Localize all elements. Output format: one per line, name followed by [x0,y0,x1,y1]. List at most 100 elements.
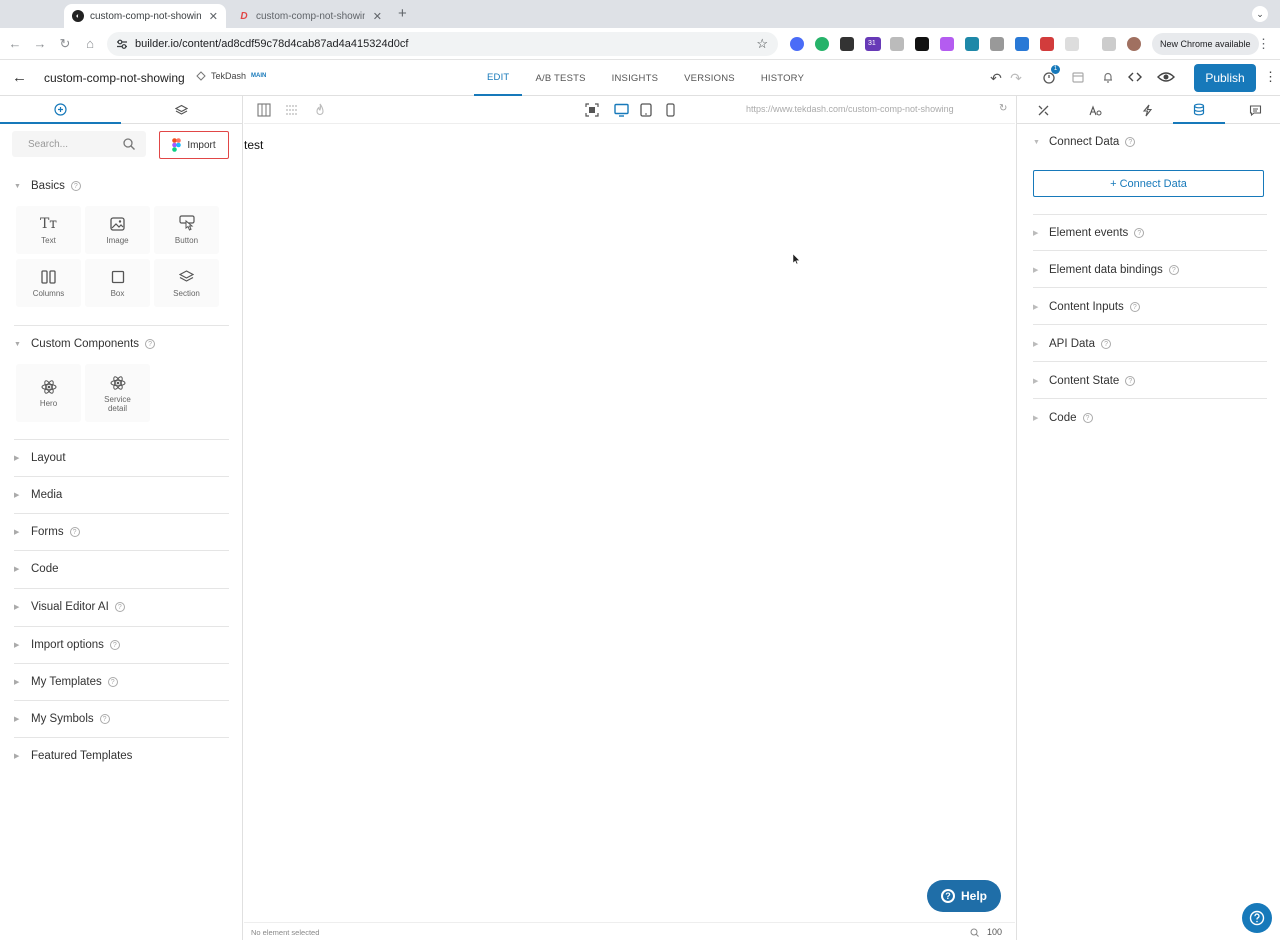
block-button[interactable]: Button [154,206,219,254]
tab-history[interactable]: HISTORY [748,60,817,96]
editor-canvas[interactable]: test [244,124,1015,922]
section-content-inputs[interactable]: ▶ Content Inputs? [1033,295,1267,319]
code-icon[interactable] [1126,70,1144,87]
calendar-extension-icon[interactable]: 31 [865,37,881,51]
section-basics[interactable]: ▼ Basics ? [14,175,229,197]
tab-insights[interactable]: INSIGHTS [599,60,671,96]
preview-eye-icon[interactable] [1157,70,1175,87]
side-panel-icon[interactable] [1102,37,1116,51]
extension-9-icon[interactable] [990,37,1004,51]
spacing-guides-icon[interactable] [284,102,300,118]
chrome-menu-icon[interactable]: ⋮ [1257,36,1270,52]
block-columns[interactable]: Columns [16,259,81,307]
timer-icon[interactable]: 1 [1040,65,1060,87]
help-button[interactable]: ? Help [927,880,1001,912]
section-custom-components[interactable]: ▼ Custom Components ? [14,333,229,355]
extension-5-icon[interactable] [890,37,904,51]
tab-search-chevron-icon[interactable]: ⌄ [1252,6,1268,22]
undo-icon[interactable]: ↶ [987,70,1005,87]
browser-tab-2[interactable]: D custom-comp-not-showing - ✕ [230,4,390,28]
section-forms[interactable]: ▶ Forms? [14,521,229,543]
section-import-options[interactable]: ▶ Import options? [14,634,229,656]
refresh-preview-icon[interactable]: ↻ [999,103,1007,114]
redo-icon[interactable]: ↷ [1007,70,1025,87]
block-hero[interactable]: Hero [16,364,81,422]
profile-avatar[interactable] [1127,37,1141,51]
help-icon[interactable]: ? [1129,302,1140,312]
block-box[interactable]: Box [85,259,150,307]
section-code[interactable]: ▶ Code [14,558,229,580]
back-icon[interactable]: ← [7,36,23,51]
schedule-icon[interactable] [1069,70,1087,87]
help-icon[interactable]: ? [69,527,80,537]
section-element-events[interactable]: ▶ Element events? [1033,221,1267,245]
section-connect-data[interactable]: ▼ Connect Data ? [1033,130,1267,154]
block-text[interactable]: Tт Text [16,206,81,254]
back-arrow-icon[interactable]: ← [12,69,27,86]
section-layout[interactable]: ▶ Layout [14,447,229,469]
canvas-text-block[interactable]: test [244,138,263,152]
help-icon[interactable]: ? [145,339,156,349]
help-icon[interactable]: ? [1101,339,1112,349]
tab-versions[interactable]: VERSIONS [671,60,748,96]
import-figma-button[interactable]: Import [159,131,229,159]
extension-7-icon[interactable] [940,37,954,51]
tab-data[interactable] [1173,96,1225,124]
extension-8-icon[interactable] [965,37,979,51]
block-service-detail[interactable]: Service detail [85,364,150,422]
help-icon[interactable]: ? [1134,228,1145,238]
address-bar[interactable]: builder.io/content/ad8cdf59c78d4cab87ad4… [107,32,778,56]
block-image[interactable]: Image [85,206,150,254]
connect-data-button[interactable]: + Connect Data [1033,170,1264,197]
section-featured-templates[interactable]: ▶ Featured Templates [14,745,229,767]
tab-insert[interactable] [0,96,121,124]
help-icon[interactable]: ? [1125,137,1136,147]
close-tab-icon[interactable]: ✕ [209,10,218,23]
help-icon[interactable]: ? [114,602,125,612]
tab-comments[interactable] [1229,96,1280,124]
bell-icon[interactable] [1099,70,1117,87]
help-icon[interactable]: ? [1168,265,1179,275]
extension-6-icon[interactable] [915,37,929,51]
tab-style[interactable] [1017,96,1069,124]
section-my-symbols[interactable]: ▶ My Symbols? [14,708,229,730]
section-element-data-bindings[interactable]: ▶ Element data bindings? [1033,258,1267,282]
tab-edit[interactable]: EDIT [474,60,523,96]
mobile-view-icon[interactable] [662,102,678,118]
new-chrome-available-button[interactable]: New Chrome available [1152,33,1259,55]
extension-1-icon[interactable] [790,37,804,51]
help-icon[interactable]: ? [1125,376,1136,386]
extension-11-icon[interactable] [1040,37,1054,51]
block-section[interactable]: Section [154,259,219,307]
publish-button[interactable]: Publish [1194,64,1256,92]
preview-url[interactable]: https://www.tekdash.com/custom-comp-not-… [746,104,954,114]
more-options-icon[interactable]: ⋮ [1264,69,1277,85]
extension-10-icon[interactable] [1015,37,1029,51]
help-icon[interactable]: ? [99,714,110,724]
tab-interactions[interactable] [1121,96,1173,124]
tab-layers[interactable] [121,96,242,124]
help-icon[interactable]: ? [70,181,81,191]
reload-icon[interactable]: ↻ [57,36,73,52]
extension-3-icon[interactable] [840,37,854,51]
bookmark-star-icon[interactable]: ☆ [756,36,768,52]
section-my-templates[interactable]: ▶ My Templates? [14,671,229,693]
close-tab-icon[interactable]: ✕ [373,10,382,23]
section-code-panel[interactable]: ▶ Code? [1033,406,1267,430]
help-icon[interactable]: ? [109,640,120,650]
extensions-puzzle-icon[interactable] [1065,37,1079,51]
space-selector[interactable]: TekDash MAIN [196,71,266,81]
home-icon[interactable]: ⌂ [82,36,98,51]
help-icon[interactable]: ? [1082,413,1093,423]
section-visual-editor-ai[interactable]: ▶ Visual Editor AI? [14,596,229,618]
site-settings-icon[interactable] [115,37,129,51]
tab-ab-tests[interactable]: A/B TESTS [522,60,598,96]
tablet-view-icon[interactable] [638,102,654,118]
browser-tab-1[interactable]: ◐ custom-comp-not-showing | ✕ [64,4,226,28]
desktop-view-icon[interactable] [613,102,629,118]
flame-icon[interactable] [312,102,328,118]
section-content-state[interactable]: ▶ Content State? [1033,369,1267,393]
zoom-control[interactable]: 100 [970,927,1002,937]
section-api-data[interactable]: ▶ API Data? [1033,332,1267,356]
new-tab-icon[interactable]: + [398,5,407,22]
